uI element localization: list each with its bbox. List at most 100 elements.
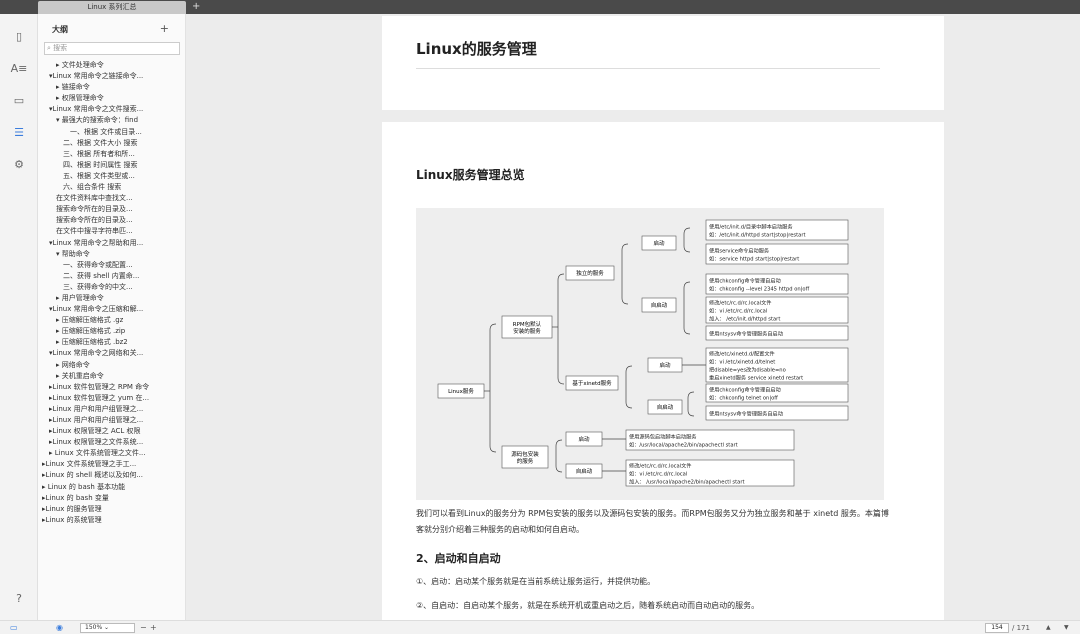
new-tab-button[interactable]: + bbox=[192, 0, 200, 13]
outline-item[interactable]: ▸Linux 软件包管理之 yum 在... bbox=[38, 393, 185, 404]
outline-item[interactable]: ▾Linux 常用命令之网络和关... bbox=[38, 348, 185, 359]
outline-item[interactable]: ▸Linux 的 shell 概述以及如何... bbox=[38, 470, 185, 481]
outline-item[interactable]: ▸ 压缩解压缩格式 .gz bbox=[38, 315, 185, 326]
outline-item[interactable]: ▸Linux 权限管理之 ACL 权限 bbox=[38, 426, 185, 437]
page-total: / 171 bbox=[1012, 624, 1030, 632]
outline-search-input[interactable]: ⌕ 搜索 bbox=[44, 42, 180, 55]
src-autostart-node-text: 自启动 bbox=[576, 467, 593, 475]
settings-icon[interactable]: ⚙ bbox=[10, 156, 28, 174]
tab-bar: Linux 系列汇总 + bbox=[0, 0, 1080, 14]
outline-item[interactable]: ▾Linux 常用命令之链接命令... bbox=[38, 71, 185, 82]
x-start-box-1-text: 把disable=yes改为disable=no bbox=[709, 366, 786, 374]
outline-item[interactable]: ▾Linux 常用命令之压缩和解... bbox=[38, 304, 185, 315]
outline-item[interactable]: ▸ 文件处理命令 bbox=[38, 60, 185, 71]
src-start-node-text: 启动 bbox=[578, 435, 590, 443]
root-node-text: Linux服务 bbox=[448, 387, 474, 395]
outline-item[interactable]: ▸ 用户管理命令 bbox=[38, 293, 185, 304]
x-auto-box-2-text: 使用ntsysv命令管理服务自启动 bbox=[709, 410, 783, 418]
outline-item[interactable]: 四、根据 时间属性 搜索 bbox=[38, 160, 185, 171]
outline-item[interactable]: ▸ Linux 的 bash 基本功能 bbox=[38, 482, 185, 493]
outline-item[interactable]: 一、根据 文件或目录... bbox=[38, 127, 185, 138]
outline-item[interactable]: 五、根据 文件类型或... bbox=[38, 171, 185, 182]
outline-item[interactable]: 二、根据 文件大小 搜索 bbox=[38, 138, 185, 149]
src-auto-box-text: 加入： /usr/local/apache2/bin/apachectl sta… bbox=[629, 478, 745, 486]
outline-item[interactable]: 搜索命令所在的目录及... bbox=[38, 215, 185, 226]
connector bbox=[683, 281, 691, 335]
outline-icon[interactable]: ☰ bbox=[10, 124, 28, 142]
sa-auto-box-2-text: 修改/etc/rc.d/rc.local文件 bbox=[709, 299, 772, 307]
search-placeholder: 搜索 bbox=[53, 44, 68, 52]
outline-item[interactable]: 一、获得命令或配置... bbox=[38, 260, 185, 271]
outline-item[interactable]: 三、获得命令的中文... bbox=[38, 282, 185, 293]
outline-item[interactable]: ▸ 网络命令 bbox=[38, 360, 185, 371]
section-title: Linux服务管理总览 bbox=[416, 168, 525, 182]
sa-start-box-2-text: 如：service httpd start|stop|restart bbox=[709, 255, 799, 263]
title-divider bbox=[416, 68, 880, 69]
outline-item[interactable]: ▾Linux 常用命令之帮助和用... bbox=[38, 238, 185, 249]
outline-item[interactable]: 在文件中搜寻字符串匹... bbox=[38, 226, 185, 237]
outline-item[interactable]: 搜索命令所在的目录及... bbox=[38, 204, 185, 215]
outline-item[interactable]: ▾Linux 常用命令之文件搜索... bbox=[38, 104, 185, 115]
source-node-text: 的服务 bbox=[517, 457, 534, 465]
outline-item[interactable]: 二、获得 shell 内置命... bbox=[38, 271, 185, 282]
outline-list: ▸ 文件处理命令 ▾Linux 常用命令之链接命令... ▸ 链接命令 ▸ 权限管理命… bbox=[38, 60, 185, 526]
x-start-node-text: 启动 bbox=[659, 361, 671, 369]
service-diagram: Linux服务 RPM包默认 安装的服务源码包安装 的服务 独立的服务基于xinetd服… bbox=[416, 208, 884, 500]
zoom-out-button[interactable]: − bbox=[140, 622, 147, 634]
connector bbox=[557, 273, 565, 385]
files-icon[interactable]: ▯ bbox=[10, 28, 28, 46]
page-up-button[interactable]: ▲ bbox=[1046, 622, 1051, 634]
standalone-node-text: 独立的服务 bbox=[576, 269, 604, 277]
sa-auto-box-1-text: 如：chkconfig --level 2345 httpd on|off bbox=[709, 285, 810, 293]
outline-item[interactable]: ▸ 权限管理命令 bbox=[38, 93, 185, 104]
help-icon[interactable]: ? bbox=[10, 590, 28, 608]
sa-start-box-2-text: 使用service命令启动服务 bbox=[709, 247, 769, 255]
outline-item[interactable]: ▸Linux 的系统管理 bbox=[38, 515, 185, 526]
sidebar-toggle-icon[interactable]: ▭ bbox=[10, 622, 18, 634]
rpm-node-text: RPM包默认 bbox=[513, 320, 542, 328]
outline-item[interactable]: ▸ 链接命令 bbox=[38, 82, 185, 93]
outline-item[interactable]: ▸ Linux 文件系统管理之文件... bbox=[38, 448, 185, 459]
book-icon[interactable]: ▭ bbox=[10, 92, 28, 110]
outline-item[interactable]: ▸ 压缩解压缩格式 .zip bbox=[38, 326, 185, 337]
outline-sidebar: 大纲 + ⌕ 搜索 ▸ 文件处理命令 ▾Linux 常用命令之链接命令... ▸ 链… bbox=[38, 14, 186, 620]
connector bbox=[683, 227, 691, 253]
x-auto-box-1-text: 使用chkconfig命令管理自启动 bbox=[709, 386, 781, 394]
sa-start-box-1-text: 如：/etc/init.d/httpd start|stop|restart bbox=[709, 231, 806, 239]
outline-item[interactable]: 三、根据 所有者和所... bbox=[38, 149, 185, 160]
intro-paragraph: 我们可以看到Linux的服务分为 RPM包安装的服务以及源码包安装的服务。而RP… bbox=[416, 509, 889, 534]
x-auto-box-1-text: 如：chkconfig telnet on|off bbox=[709, 394, 778, 402]
source-node-text: 源码包安装 bbox=[511, 450, 539, 458]
xinetd-node-text: 基于xinetd服务 bbox=[572, 379, 612, 387]
page-down-button[interactable]: ▼ bbox=[1064, 622, 1069, 634]
x-start-box-1-text: 如：vi /etc/xinetd.d/telnet bbox=[709, 358, 775, 366]
rpm-node-text: 安装的服务 bbox=[513, 327, 541, 335]
outline-item[interactable]: 在文件资料库中查找文... bbox=[38, 193, 185, 204]
text-icon[interactable]: A≡ bbox=[10, 60, 28, 78]
status-bar: ▭ ◉ 150% ⌄ − + 154 / 171 ▲ ▼ bbox=[0, 620, 1080, 634]
outline-item[interactable]: ▸Linux 用户和用户组管理之... bbox=[38, 404, 185, 415]
view-mode-icon[interactable]: ◉ bbox=[56, 622, 63, 634]
page-number-input[interactable]: 154 bbox=[985, 623, 1009, 633]
src-auto-box-text: 如：vi /etc/rc.d/rc.local bbox=[629, 470, 687, 478]
outline-item[interactable]: ▸Linux 的 bash 变量 bbox=[38, 493, 185, 504]
outline-item[interactable]: ▸Linux 软件包管理之 RPM 命令 bbox=[38, 382, 185, 393]
left-rail: ▯ A≡ ▭ ☰ ⚙ ? bbox=[0, 14, 38, 620]
outline-item[interactable]: ▾ 最强大的搜索命令：find bbox=[38, 115, 185, 126]
zoom-in-button[interactable]: + bbox=[150, 622, 157, 634]
outline-item[interactable]: ▸Linux 权限管理之文件系统... bbox=[38, 437, 185, 448]
outline-item[interactable]: ▸Linux 用户和用户组管理之... bbox=[38, 415, 185, 426]
connector bbox=[621, 243, 629, 305]
outline-item[interactable]: 六、组合条件 搜索 bbox=[38, 182, 185, 193]
outline-item[interactable]: ▸ 关机重启命令 bbox=[38, 371, 185, 382]
outline-item[interactable]: ▸Linux 文件系统管理之手工... bbox=[38, 459, 185, 470]
outline-item[interactable]: ▾ 帮助命令 bbox=[38, 249, 185, 260]
add-outline-button[interactable]: + bbox=[160, 22, 169, 35]
outline-item[interactable]: ▸Linux 的服务管理 bbox=[38, 504, 185, 515]
sa-auto-box-3-text: 使用ntsysv命令管理服务自启动 bbox=[709, 330, 783, 338]
outline-item[interactable]: ▸ 压缩解压缩格式 .bz2 bbox=[38, 337, 185, 348]
tab-linux-series[interactable]: Linux 系列汇总 bbox=[38, 1, 186, 14]
zoom-select[interactable]: 150% ⌄ bbox=[80, 623, 135, 633]
connector bbox=[555, 439, 563, 473]
x-autostart-node-text: 自启动 bbox=[657, 403, 674, 411]
